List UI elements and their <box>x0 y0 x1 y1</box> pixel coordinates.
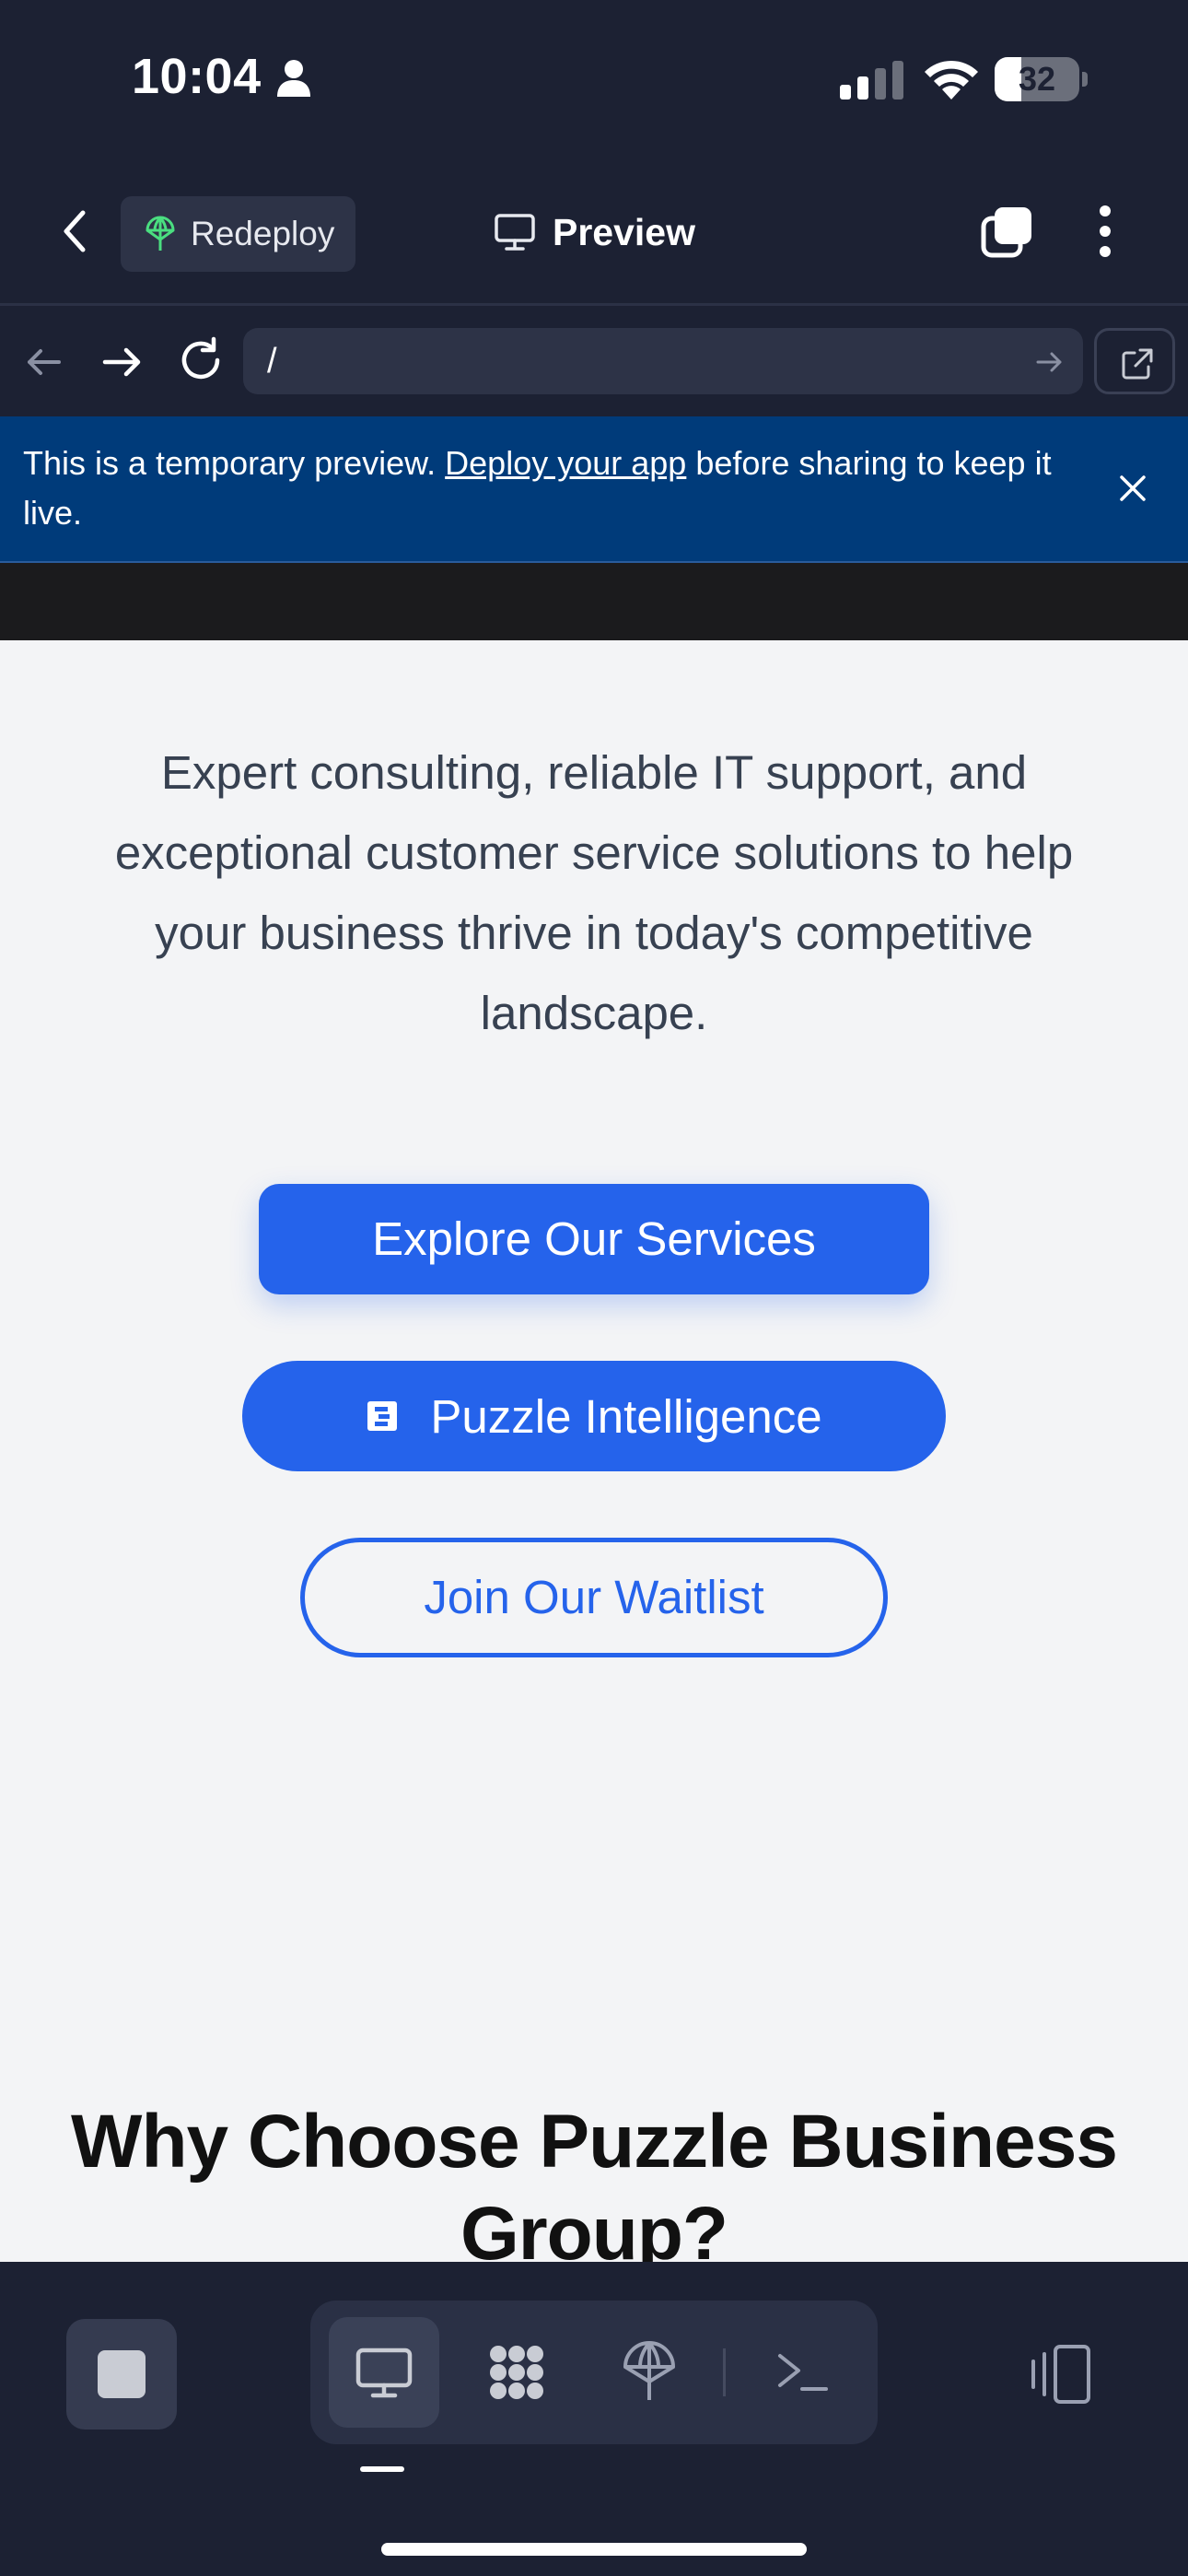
browser-nav-bar: / <box>0 309 1188 416</box>
preview-title: Preview <box>494 209 695 255</box>
temporary-preview-banner: This is a temporary preview. Deploy your… <box>0 416 1188 563</box>
workspace-grid-icon <box>490 2346 543 2399</box>
monitor-icon <box>495 214 535 251</box>
go-arrow-icon[interactable] <box>1035 348 1063 376</box>
status-time: 10:04 <box>132 49 262 104</box>
deploy-icon <box>623 2341 675 2400</box>
web-page-content: Expert consulting, reliable IT support, … <box>0 640 1188 2262</box>
preview-label: Preview <box>553 210 695 253</box>
nav-forward-arrow-icon[interactable] <box>99 340 144 384</box>
battery-percent: 32 <box>1018 60 1056 98</box>
home-indicator <box>381 2543 807 2556</box>
deploy-icon <box>146 216 175 251</box>
tool-shell-button[interactable] <box>747 2317 857 2428</box>
app-screen: 10:04 32 Redeploy Preview / This is a te… <box>0 0 1188 2576</box>
url-text: / <box>267 342 277 381</box>
join-waitlist-button[interactable]: Join Our Waitlist <box>300 1538 888 1657</box>
redeploy-button[interactable]: Redeploy <box>121 196 355 272</box>
explore-services-button[interactable]: Explore Our Services <box>259 1184 929 1294</box>
deploy-app-link[interactable]: Deploy your app <box>445 444 686 482</box>
stop-button[interactable] <box>66 2319 177 2430</box>
redeploy-label: Redeploy <box>191 215 335 252</box>
open-external-button[interactable] <box>1094 328 1175 394</box>
puzzle-intelligence-label: Puzzle Intelligence <box>430 1389 822 1443</box>
intelligence-icon <box>367 1401 398 1431</box>
panels-icon[interactable] <box>1024 2337 1098 2411</box>
status-bar: 10:04 32 <box>0 0 1188 161</box>
tool-deploy-button[interactable] <box>594 2317 705 2428</box>
active-tab-indicator <box>360 2466 404 2472</box>
back-chevron-icon[interactable] <box>53 204 99 259</box>
reload-icon[interactable] <box>177 336 225 384</box>
person-icon <box>277 60 310 97</box>
url-input[interactable]: / <box>243 328 1083 394</box>
tool-workspace-button[interactable] <box>461 2317 572 2428</box>
bottom-toolbar <box>0 2262 1188 2576</box>
cellular-signal-icon <box>840 61 903 100</box>
preview-monitor-icon <box>355 2348 413 2398</box>
nav-back-arrow-icon[interactable] <box>24 342 64 382</box>
shell-icon <box>778 2354 828 2391</box>
banner-message: This is a temporary preview. Deploy your… <box>23 439 1091 538</box>
stop-icon <box>98 2350 146 2398</box>
external-link-icon <box>1122 348 1153 380</box>
banner-text-start: This is a temporary preview. <box>23 444 446 482</box>
tabs-icon[interactable] <box>980 205 1035 261</box>
tool-preview-button[interactable] <box>329 2317 439 2428</box>
section-title: Why Choose Puzzle Business Group? <box>71 2100 1118 2262</box>
more-vertical-icon[interactable] <box>1087 204 1124 259</box>
toolbar-divider <box>723 2348 726 2396</box>
battery-icon: 32 <box>995 57 1088 101</box>
site-nav-strip <box>0 563 1188 640</box>
wifi-icon <box>925 60 978 100</box>
app-header: Redeploy Preview <box>0 161 1188 306</box>
puzzle-intelligence-button[interactable]: Puzzle Intelligence <box>242 1361 946 1471</box>
tool-group <box>310 2301 878 2444</box>
close-icon[interactable] <box>1114 470 1151 507</box>
hero-tagline: Expert consulting, reliable IT support, … <box>114 746 1074 1039</box>
